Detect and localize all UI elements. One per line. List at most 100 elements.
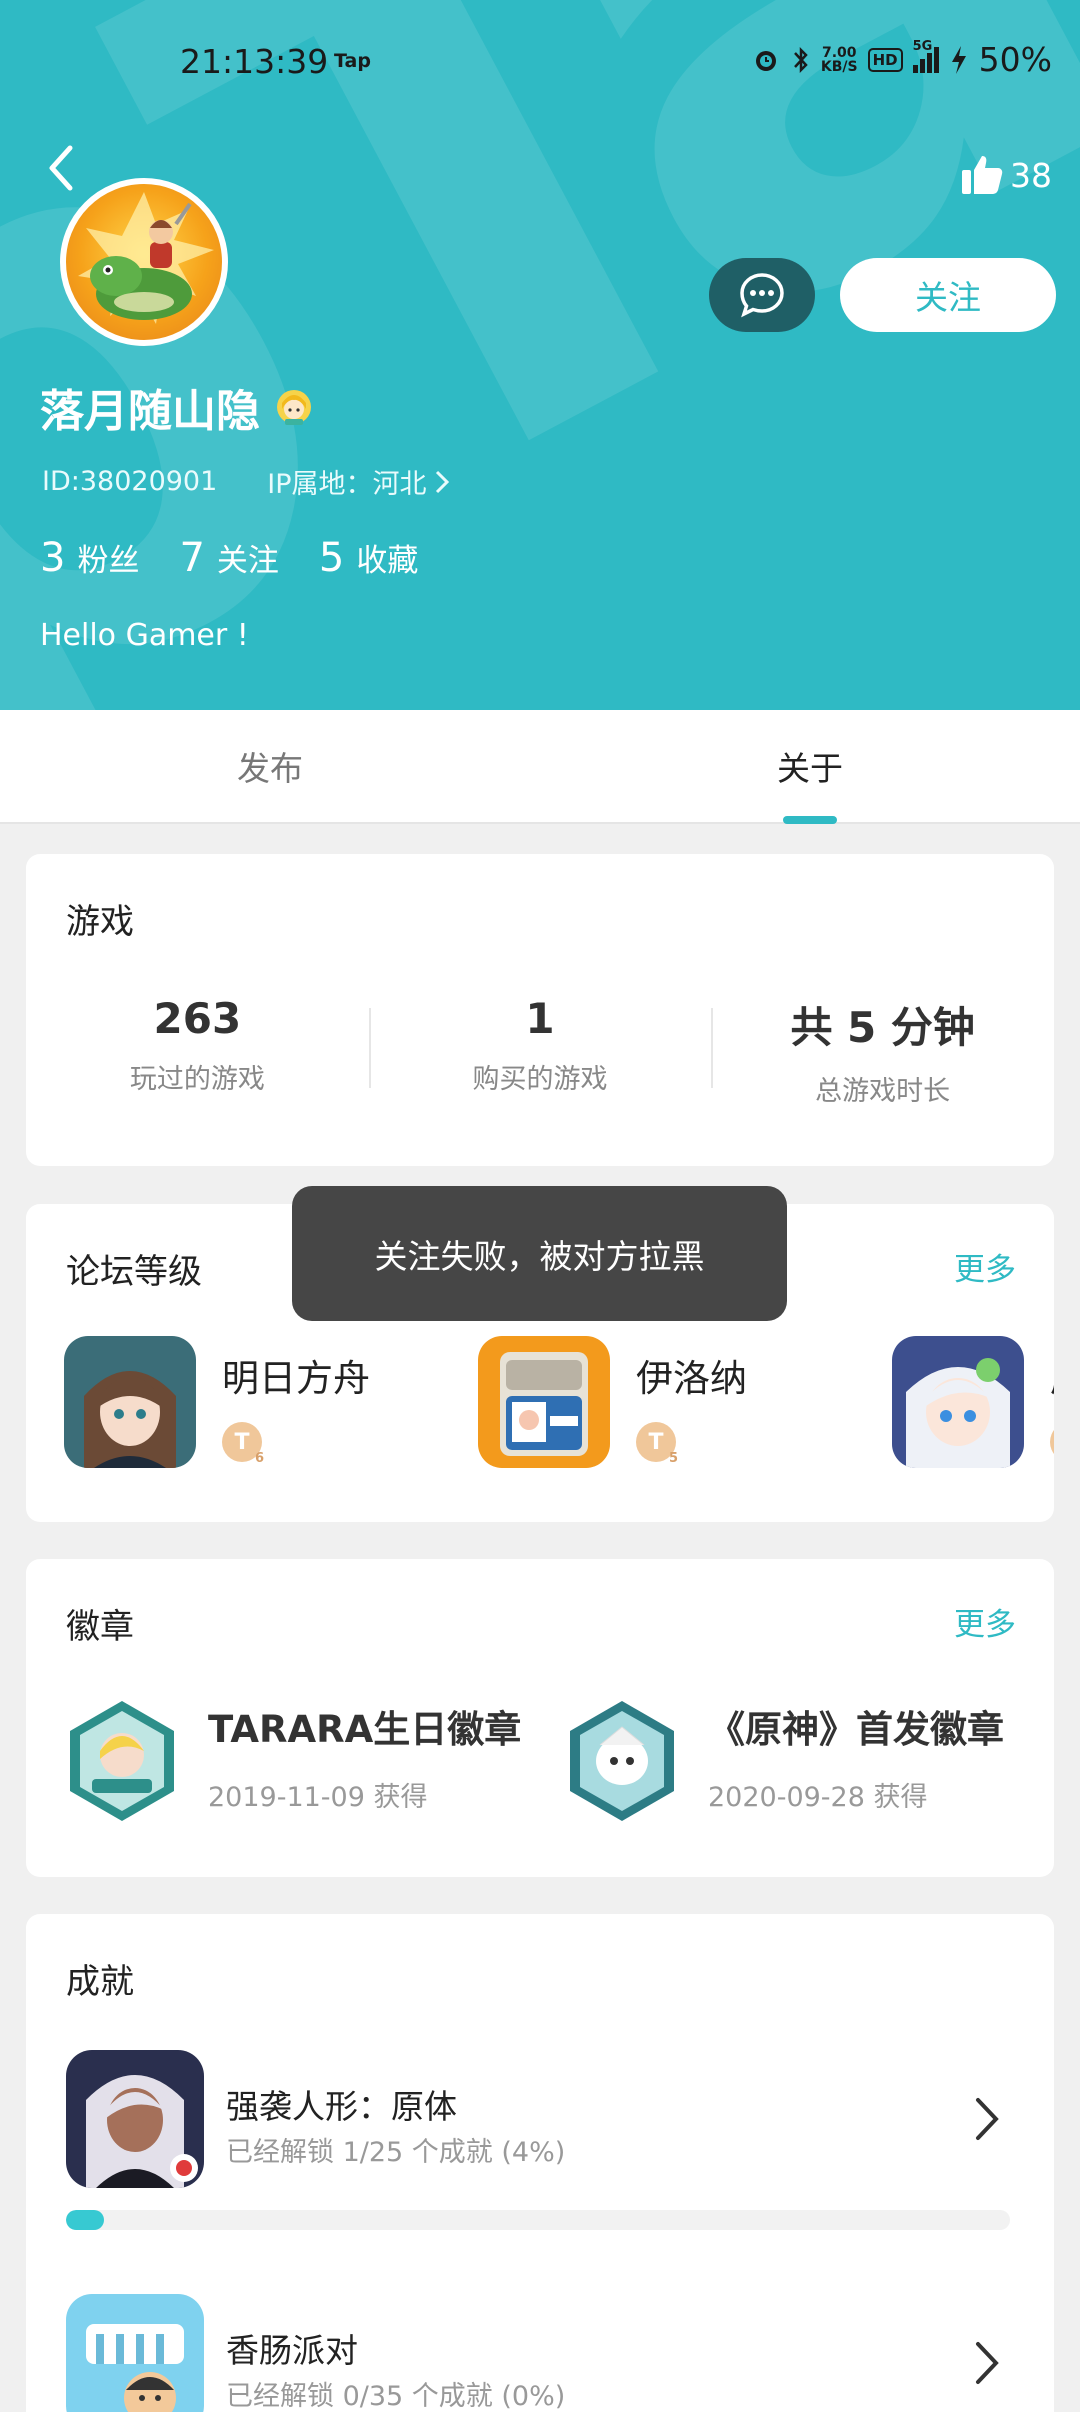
play-time-label: 总游戏时长 xyxy=(815,1076,951,1107)
tab-posts-label: 发布 xyxy=(237,749,303,788)
avatar[interactable] xyxy=(60,178,228,346)
message-button[interactable] xyxy=(709,258,815,332)
chevron-right-icon[interactable] xyxy=(972,2338,1002,2388)
games-bought[interactable]: 1 购买的游戏 xyxy=(368,994,712,1108)
elona-icon xyxy=(478,1336,610,1468)
user-badge-icon[interactable] xyxy=(274,387,314,427)
forum-info: 明日方舟 T6 xyxy=(222,1336,370,1466)
forum-name: 明日方舟 xyxy=(222,1357,370,1400)
badge-list: TARARA生日徽章 2019-11-09 获得 《原神》首发徽章 2020-0… xyxy=(66,1699,1046,1823)
hd-icon: HD xyxy=(867,47,903,72)
play-time-value: 共 5 分钟 xyxy=(790,1003,975,1052)
achievement-progress-text: 已经解锁 0/35 个成就 (0%) xyxy=(226,2381,566,2412)
badge-name: 《原神》首发徽章 xyxy=(708,1708,1004,1751)
alarm-icon xyxy=(755,50,776,71)
tab-posts[interactable]: 发布 xyxy=(0,710,540,822)
games-played[interactable]: 263 玩过的游戏 xyxy=(26,994,369,1108)
toast-text: 关注失败，被对方拉黑 xyxy=(374,1236,705,1276)
achievements-card: 成就 强袭人形：原体 已经解锁 1/25 个成就 (4%) 香肠派对 已经解锁 … xyxy=(26,1914,1054,2412)
badges-more-link[interactable]: 更多 xyxy=(954,1599,1016,1644)
stat-fans-num: 3 xyxy=(40,535,66,581)
status-time: 21:13:39 xyxy=(180,42,329,81)
badge-item[interactable]: 《原神》首发徽章 2020-09-28 获得 xyxy=(566,1699,1046,1823)
chat-bubble-icon xyxy=(740,273,784,318)
badge-info: TARARA生日徽章 2019-11-09 获得 xyxy=(208,1699,521,1814)
level-badge-icon: T6 xyxy=(222,1422,264,1466)
games-played-value: 263 xyxy=(153,994,242,1043)
username: 落月随山隐 xyxy=(40,375,314,439)
forum-list: 明日方舟 T6 伊洛纳 T5 崩坏 T5 xyxy=(64,1336,1054,1468)
games-card-title: 游戏 xyxy=(66,902,134,942)
stat-favorites[interactable]: 5 收藏 xyxy=(319,535,418,581)
stat-fans[interactable]: 3 粉丝 xyxy=(40,535,139,581)
status-app-label: Tap xyxy=(334,50,371,72)
tab-about-label: 关于 xyxy=(777,749,843,788)
back-arrow-icon[interactable] xyxy=(40,140,90,196)
avatar-image xyxy=(78,192,214,324)
level-badge-icon: T5 xyxy=(1050,1422,1054,1462)
tab-about[interactable]: 关于 xyxy=(540,710,1080,824)
stat-following-num: 7 xyxy=(179,535,205,581)
games-bought-value: 1 xyxy=(525,994,555,1043)
forum-item[interactable]: 崩坏 T5 xyxy=(892,1336,1054,1468)
status-bar: 21:13:39 Tap 7.00 KB/S HD 5G 50% xyxy=(0,0,1080,120)
tarara-badge-icon xyxy=(70,1701,174,1821)
forum-info: 伊洛纳 T5 xyxy=(636,1336,747,1466)
level-badge-icon: T5 xyxy=(636,1422,678,1466)
follow-stats: 3 粉丝 7 关注 5 收藏 xyxy=(40,535,418,581)
speed-unit: KB/S xyxy=(820,58,858,75)
stat-favorites-label: 收藏 xyxy=(356,543,419,579)
games-card: 游戏 263 玩过的游戏 1 购买的游戏 共 5 分钟 总游戏时长 xyxy=(26,854,1054,1166)
badge-info: 《原神》首发徽章 2020-09-28 获得 xyxy=(708,1699,1004,1814)
battery-percent: 50% xyxy=(978,40,1052,79)
forum-more-link[interactable]: 更多 xyxy=(954,1244,1016,1289)
username-text: 落月随山隐 xyxy=(40,386,260,437)
tab-indicator xyxy=(783,816,837,824)
charging-icon xyxy=(951,45,966,74)
bluetooth-icon xyxy=(793,46,808,73)
achievement-item[interactable]: 强袭人形：原体 已经解锁 1/25 个成就 (4%) xyxy=(66,2050,1016,2240)
chevron-right-icon[interactable] xyxy=(972,2094,1002,2144)
honkai-icon xyxy=(892,1336,1024,1468)
forum-card-title: 论坛等级 xyxy=(66,1252,202,1292)
toast-message: 关注失败，被对方拉黑 xyxy=(292,1186,787,1321)
achievement-item[interactable]: 香肠派对 已经解锁 0/35 个成就 (0%) xyxy=(66,2294,1016,2412)
follow-button[interactable]: 关注 xyxy=(840,258,1056,332)
stat-fans-label: 粉丝 xyxy=(77,543,140,579)
game-icon xyxy=(66,2294,204,2412)
stat-following[interactable]: 7 关注 xyxy=(179,535,278,581)
forum-item[interactable]: 明日方舟 T6 xyxy=(64,1336,430,1468)
achievement-progress-bar xyxy=(66,2210,1010,2230)
achievement-progress-text: 已经解锁 1/25 个成就 (4%) xyxy=(226,2137,566,2168)
forum-name: 伊洛纳 xyxy=(636,1357,747,1400)
genshin-badge-icon xyxy=(570,1701,674,1821)
games-stats: 263 玩过的游戏 1 购买的游戏 共 5 分钟 总游戏时长 xyxy=(26,994,1054,1108)
forum-info: 崩坏 T5 xyxy=(1050,1336,1054,1462)
network-type: 5G xyxy=(912,38,933,54)
likes-counter[interactable]: 38 xyxy=(960,154,1052,196)
badge-name: TARARA生日徽章 xyxy=(208,1708,522,1751)
games-bought-label: 购买的游戏 xyxy=(472,1064,608,1095)
status-icons: 7.00 KB/S HD 5G 50% xyxy=(751,38,1052,79)
achievement-name: 强袭人形：原体 xyxy=(226,2087,457,2126)
speed-value: 7.00 xyxy=(821,44,857,61)
arknights-icon xyxy=(64,1336,196,1468)
ip-location-text: IP属地：河北 xyxy=(267,469,427,500)
likes-count: 38 xyxy=(1010,155,1052,195)
achievements-card-title: 成就 xyxy=(66,1962,134,2002)
user-bio: Hello Gamer ! xyxy=(40,618,249,653)
user-meta: ID:38020901 IP属地：河北 xyxy=(42,462,449,501)
chevron-right-icon xyxy=(435,470,449,493)
profile-tabs: 发布 关于 xyxy=(0,710,1080,824)
forum-item[interactable]: 伊洛纳 T5 xyxy=(478,1336,844,1468)
badges-card-title: 徽章 xyxy=(66,1607,134,1647)
ip-location[interactable]: IP属地：河北 xyxy=(267,462,449,501)
profile-header: TapTa 21:13:39 Tap 7.00 KB/S HD 5G 50% xyxy=(0,0,1080,710)
progress-fill xyxy=(66,2210,104,2230)
forum-name: 崩坏 xyxy=(1050,1348,1054,1402)
play-time[interactable]: 共 5 分钟 总游戏时长 xyxy=(711,994,1054,1108)
achievement-name: 香肠派对 xyxy=(226,2331,358,2370)
badges-card: 徽章 更多 TARARA生日徽章 2019-11-09 获得 《原神》首发徽章 … xyxy=(26,1559,1054,1877)
user-id: ID:38020901 xyxy=(42,466,218,497)
badge-item[interactable]: TARARA生日徽章 2019-11-09 获得 xyxy=(66,1699,546,1823)
